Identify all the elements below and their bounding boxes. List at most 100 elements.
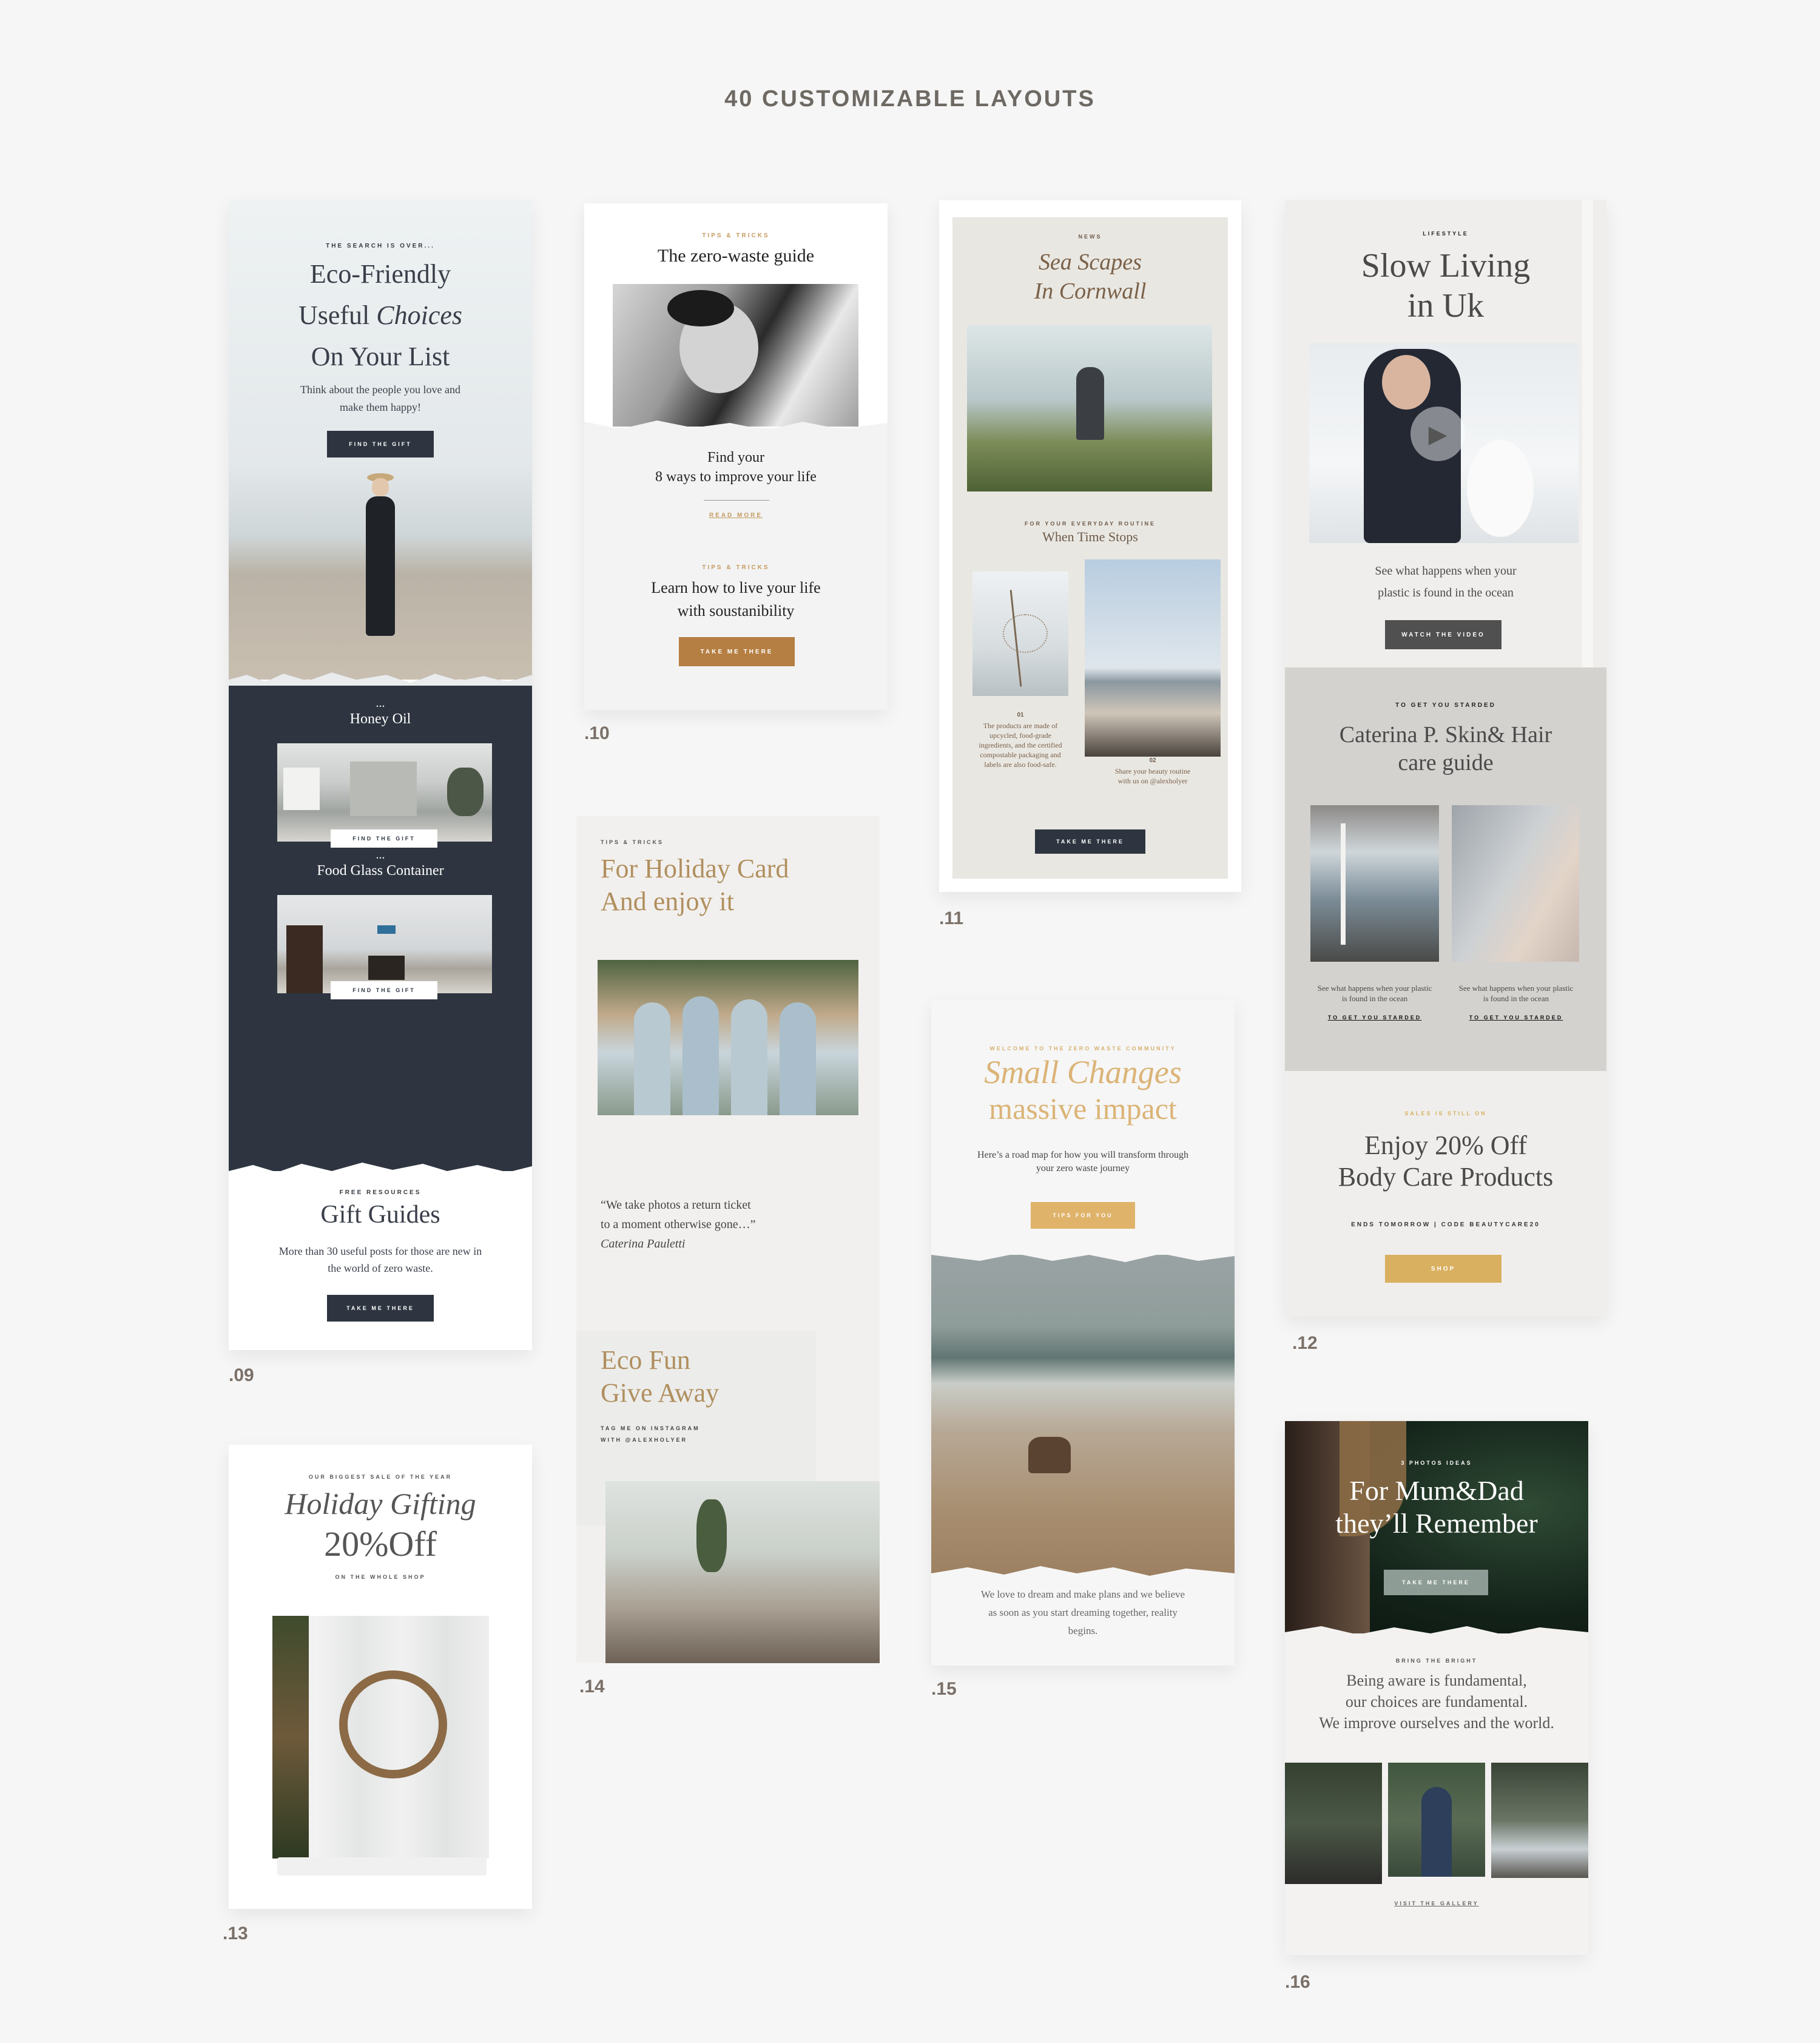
footer-body: We love to dream and make plans and we b… (980, 1589, 1185, 1636)
quote-line-1: “We take photos a return ticket (601, 1198, 751, 1212)
item-index: 02 (1149, 757, 1156, 764)
take-me-there-button[interactable]: TAKE ME THERE (679, 637, 795, 666)
bridesmaids-photo (598, 960, 858, 1115)
title-2: Learn how to live your life with soustan… (584, 576, 888, 623)
find-gift-button[interactable]: FIND THE GIFT (327, 431, 434, 458)
title-line-1: For Holiday Card (601, 854, 789, 883)
layout-14-card[interactable]: TIPS & TRICKS For Holiday Card And enjoy… (576, 816, 880, 1663)
eyebrow-2: FOR YOUR EVERYDAY ROUTINE (1024, 521, 1156, 527)
title-line-2: in Uk (1407, 287, 1484, 325)
eyebrow-2: BRING THE BRIGHT (1395, 1658, 1478, 1664)
offer: 20%Off (324, 1524, 437, 1564)
body-line-3: We improve ourselves and the world. (1319, 1714, 1554, 1732)
layout-09-card[interactable]: THE SEARCH IS OVER... Eco-Friendly Usefu… (229, 200, 532, 1350)
footer-eyebrow: FREE RESOURCES (339, 1189, 422, 1196)
footer-body: More than 30 useful posts for those are … (278, 1245, 482, 1274)
title-line-1: Sea Scapes (1039, 249, 1142, 275)
title-2-line-1: Caterina P. Skin& Hair (1339, 722, 1552, 748)
column-link[interactable]: TO GET YOU STARDED (1310, 1015, 1439, 1021)
title-line-2: In Cornwall (1034, 279, 1147, 304)
gallery-photo-1 (1285, 1763, 1382, 1884)
layout-15-card[interactable]: WELCOME TO THE ZERO WASTE COMMUNITY Smal… (931, 1000, 1235, 1666)
take-me-there-button[interactable]: TAKE ME THERE (327, 1295, 434, 1322)
layout-12-card[interactable]: LIFESTYLE Slow Living in Uk ▶ See what h… (1285, 200, 1606, 1317)
couple-photo (613, 284, 858, 427)
wedding-venue-photo (605, 1481, 880, 1663)
title: The zero-waste guide (657, 246, 815, 266)
shop-button[interactable]: SHOP (1385, 1255, 1502, 1283)
layout-11-card[interactable]: NEWS Sea Scapes In Cornwall FOR YOUR EVE… (939, 200, 1241, 892)
layout-number: .16 (1285, 1972, 1310, 1992)
visit-gallery-link[interactable]: VISIT THE GALLERY (1285, 1900, 1588, 1906)
divider (704, 500, 769, 501)
title-3-line-2: Body Care Products (1338, 1162, 1554, 1192)
title-line-2: And enjoy it (601, 886, 734, 916)
take-me-there-button[interactable]: TAKE ME THERE (1384, 1570, 1488, 1595)
hero-section: THE SEARCH IS OVER... Eco-Friendly Usefu… (229, 200, 532, 680)
eyebrow-2: TO GET YOU STARDED (1395, 702, 1496, 709)
tag-line-2: WITH @ALEXHOLYER (601, 1437, 687, 1443)
item-text: The products are made of upcycled, food-… (979, 721, 1062, 769)
hand-ring-photo (1452, 805, 1579, 962)
eyebrow: TIPS & TRICKS (702, 232, 770, 239)
find-gift-button[interactable]: FIND THE GIFT (331, 981, 437, 999)
eyebrow-2: TIPS & TRICKS (702, 564, 770, 571)
layout-number: .09 (229, 1365, 254, 1385)
play-button-icon[interactable]: ▶ (1410, 407, 1465, 461)
title-2: Caterina P. Skin& Hair care guide (1285, 721, 1606, 777)
watch-video-button[interactable]: WATCH THE VIDEO (1385, 620, 1502, 649)
torn-paper-edge (931, 1243, 1235, 1262)
footer-title: Gift Guides (320, 1201, 440, 1229)
layout-10-card[interactable]: TIPS & TRICKS The zero-waste guide Find … (584, 203, 888, 710)
video-thumbnail[interactable]: ▶ (1309, 343, 1579, 543)
body: Here’s a road map for how you will trans… (977, 1150, 1188, 1173)
title-2-line-1: Learn how to live your life (651, 579, 821, 596)
title-2: When Time Stops (1042, 529, 1138, 544)
title: Slow Living in Uk (1285, 246, 1606, 326)
sub-line-1: Find your (707, 450, 764, 465)
find-gift-button[interactable]: FIND THE GIFT (331, 829, 437, 848)
sub-line-2: 8 ways to improve your life (655, 469, 817, 485)
title-line-2: they’ll Remember (1335, 1508, 1538, 1539)
body-line-1: Being aware is fundamental, (1346, 1672, 1527, 1689)
headline-line-3: On Your List (311, 342, 450, 371)
eyebrow: NEWS (1078, 234, 1102, 240)
column-link[interactable]: TO GET YOU STARDED (1452, 1015, 1580, 1021)
food-glass-container-photo (277, 895, 492, 993)
layout-number: .13 (223, 1923, 248, 1943)
title-3: Enjoy 20% Off Body Care Products (1285, 1130, 1606, 1193)
headline-line-2: Useful Choices (229, 295, 532, 336)
title-line-1: For Mum&Dad (1349, 1475, 1524, 1506)
headline-line-1: Eco-Friendly (309, 259, 451, 289)
cornwall-couple-photo (967, 325, 1212, 491)
torn-paper-edge (584, 420, 888, 440)
quote: “We take photos a return ticket to a mom… (601, 1195, 756, 1254)
eyebrow: OUR BIGGEST SALE OF THE YEAR (308, 1474, 453, 1480)
hero-eyebrow: THE SEARCH IS OVER... (326, 243, 435, 249)
eyebrow: WELCOME TO THE ZERO WASTE COMMUNITY (989, 1045, 1176, 1052)
woman-on-beach-photo (357, 473, 403, 655)
layout-number: .10 (584, 723, 610, 743)
beach-photo (931, 1255, 1235, 1576)
title: For Mum&Dad they’ll Remember (1285, 1474, 1588, 1540)
read-more-link[interactable]: READ MORE (584, 512, 888, 519)
column-text: See what happens when your plastic is fo… (1317, 984, 1432, 1003)
title: For Holiday Card And enjoy it (601, 853, 789, 918)
headline-plain: Useful (298, 300, 377, 330)
layout-13-card[interactable]: OUR BIGGEST SALE OF THE YEAR Holiday Gif… (229, 1445, 532, 1909)
take-me-there-button[interactable]: TAKE ME THERE (1035, 829, 1145, 854)
eyebrow: TIPS & TRICKS (601, 839, 664, 845)
layout-16-card[interactable]: 3 PHOTOS IDEAS For Mum&Dad they’ll Remem… (1285, 1421, 1588, 1955)
title-3-line-1: Enjoy 20% Off (1364, 1130, 1528, 1160)
tips-for-you-button[interactable]: TIPS FOR YOU (1031, 1202, 1135, 1229)
eyebrow: 3 PHOTOS IDEAS (1401, 1460, 1472, 1466)
title: Sea Scapes In Cornwall (939, 248, 1241, 306)
wreath-photo (272, 1616, 489, 1859)
torn-paper-bottom (277, 1857, 487, 1876)
eyebrow-3: SALES IS STILL ON (1404, 1110, 1487, 1116)
honey-oil-photo (277, 743, 492, 842)
torn-paper-edge (1285, 1626, 1588, 1646)
item-index: 01 (1017, 712, 1024, 718)
title-2-line-2: with soustanibility (677, 602, 795, 620)
title-2: Eco Fun Give Away (601, 1344, 719, 1410)
